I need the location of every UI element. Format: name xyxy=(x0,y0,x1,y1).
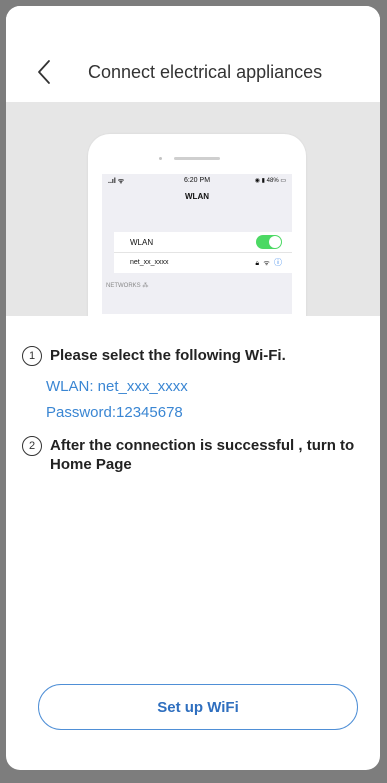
step-1: 1 Please select the following Wi-Fi. xyxy=(22,346,286,366)
wlan-name: WLAN: net_xxx_xxxx xyxy=(46,378,188,395)
phone-camera xyxy=(159,157,162,160)
wifi-illustration: ..ıl ᯤ 6:20 PM ◉ ▮ 48% ▭ WLAN WLAN net_x… xyxy=(6,102,380,316)
chevron-left-icon xyxy=(38,60,50,84)
step-text-1: Please select the following Wi-Fi. xyxy=(50,347,286,364)
network-icons: 🔒︎ ᯤ ⓘ xyxy=(255,257,282,268)
battery-icon: ◉ ▮ 48% ▭ xyxy=(254,178,286,184)
lock-icon: 🔒︎ xyxy=(255,260,260,267)
wifi-password: Password:12345678 xyxy=(46,404,183,421)
setup-wifi-button[interactable]: Set up WiFi xyxy=(38,684,358,730)
wifi-icon: ᯤ xyxy=(263,260,270,267)
wlan-toggle xyxy=(256,235,282,249)
info-icon: ⓘ xyxy=(274,258,282,267)
step-text-2: After the connection is successful , tur… xyxy=(50,437,355,473)
page-title: Connect electrical appliances xyxy=(88,62,323,82)
loading-spinner-icon: ⁂ xyxy=(142,283,149,289)
app-screen: Connect electrical appliances ..ıl ᯤ 6:2… xyxy=(6,6,380,770)
header: Connect electrical appliances xyxy=(6,6,380,102)
phone-screen-title: WLAN xyxy=(185,192,209,201)
phone-screen: ..ıl ᯤ 6:20 PM ◉ ▮ 48% ▭ WLAN WLAN net_x… xyxy=(102,174,292,314)
step-number-1: 1 xyxy=(22,346,42,366)
wlan-label: WLAN xyxy=(130,238,154,247)
step-number-2: 2 xyxy=(22,436,42,456)
phone-status-bar: ..ıl ᯤ 6:20 PM ◉ ▮ 48% ▭ xyxy=(102,174,292,188)
networks-label: NETWORKS ⁂ xyxy=(106,283,149,289)
phone-speaker xyxy=(174,157,220,160)
network-row: net_xx_xxxx 🔒︎ ᯤ ⓘ xyxy=(114,253,292,273)
toggle-knob xyxy=(269,236,281,248)
back-button[interactable] xyxy=(30,58,60,88)
phone-mockup: ..ıl ᯤ 6:20 PM ◉ ▮ 48% ▭ WLAN WLAN net_x… xyxy=(88,134,306,316)
step-2: 2 After the connection is successful , t… xyxy=(22,436,362,474)
network-name: net_xx_xxxx xyxy=(130,259,169,266)
wlan-row: WLAN xyxy=(114,232,292,253)
